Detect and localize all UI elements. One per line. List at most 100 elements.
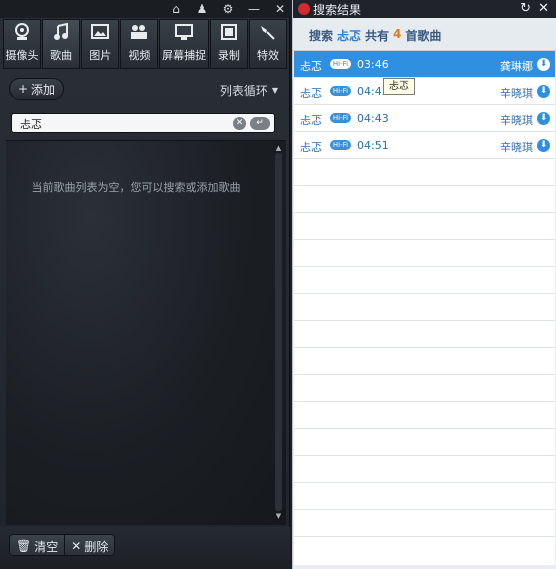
tab-webcam[interactable]: 摄像头 — [3, 19, 42, 69]
app-root: ⌂ ♟ ⚙ — ✕ 摄像头 歌曲 图片 视频 屏幕捕捉 录制 特效 + 添加 列… — [0, 0, 556, 569]
tab-songs[interactable]: 歌曲 — [42, 19, 81, 69]
scroll-track[interactable] — [275, 153, 282, 511]
trash-icon: 🗑 — [16, 539, 32, 553]
summary-prefix: 搜索 — [309, 29, 334, 43]
summary-count: 4 — [393, 27, 402, 41]
song-artist[interactable]: 辛晓琪 — [500, 85, 533, 101]
video-icon — [131, 25, 148, 39]
hifi-badge: Hi-Fi — [330, 86, 351, 96]
refresh-icon[interactable]: ↻ — [520, 0, 531, 18]
hifi-badge: Hi-Fi — [330, 140, 351, 150]
clear-search-icon[interactable]: ✕ — [233, 117, 246, 130]
tab-label: 特效 — [257, 49, 279, 62]
download-icon[interactable]: ⬇ — [537, 112, 550, 125]
magic-wand-icon — [261, 26, 275, 40]
media-tabs: 摄像头 歌曲 图片 视频 屏幕捕捉 录制 特效 — [3, 19, 288, 69]
empty-playlist-message: 当前歌曲列表为空，您可以搜索或添加歌曲 — [31, 181, 241, 194]
tab-record[interactable]: 录制 — [209, 19, 248, 69]
result-row[interactable]: 忐忑 Hi-Fi 04:43 辛晓琪 ⬇ — [294, 105, 555, 132]
song-search-box[interactable]: 忐忑 ✕ ↵ — [11, 113, 275, 133]
delete-x-icon: ✕ — [71, 539, 82, 553]
results-summary: 搜索 忐忑 共有 4 首歌曲 — [293, 18, 556, 51]
tab-label: 摄像头 — [5, 49, 39, 62]
song-name: 忐忑 — [300, 60, 322, 73]
add-label: 添加 — [31, 82, 56, 97]
download-icon[interactable]: ⬇ — [537, 85, 550, 98]
summary-keyword: 忐忑 — [337, 29, 362, 43]
tab-label: 视频 — [128, 49, 151, 62]
music-note-icon — [54, 23, 69, 40]
empty-row — [294, 294, 555, 321]
image-icon — [91, 24, 110, 39]
results-title-bar: 搜索结果 ↻ ✕ — [293, 0, 556, 18]
song-duration: 04:43 — [357, 112, 389, 125]
empty-row — [294, 510, 555, 537]
playlist-actions: 🗑 清空 ✕ 删除 — [9, 534, 116, 556]
close-icon[interactable]: ✕ — [274, 0, 286, 18]
song-artist[interactable]: 辛晓琪 — [500, 112, 533, 128]
empty-row — [294, 321, 555, 348]
hifi-badge: Hi-Fi — [330, 59, 351, 69]
app-logo-icon — [298, 3, 310, 15]
plus-icon: + — [17, 82, 29, 96]
tab-label: 录制 — [217, 49, 240, 62]
summary-mid: 共有 — [365, 29, 390, 43]
home-icon[interactable]: ⌂ — [170, 0, 182, 18]
empty-row — [294, 483, 555, 510]
empty-row — [294, 402, 555, 429]
delete-label: 删除 — [84, 539, 109, 554]
tab-label: 图片 — [89, 49, 112, 62]
window-controls: ⌂ ♟ ⚙ — ✕ — [170, 0, 286, 18]
results-list: 忐忑 Hi-Fi 03:46 龚琳娜 ⬇ 忐忑 Hi-Fi 04:43 辛晓琪 … — [294, 51, 555, 565]
song-duration: 03:46 — [357, 58, 389, 71]
minimize-icon[interactable]: — — [248, 0, 260, 18]
search-results-panel: 搜索结果 ↻ ✕ 搜索 忐忑 共有 4 首歌曲 忐忑 Hi-Fi 03:46 龚… — [292, 0, 556, 569]
tab-screen-capture[interactable]: 屏幕捕捉 — [159, 19, 209, 69]
song-tooltip: 忐忑 — [383, 78, 415, 95]
left-title-bar: ⌂ ♟ ⚙ — ✕ — [0, 0, 290, 18]
screen-capture-icon — [175, 24, 194, 40]
scroll-down-icon[interactable]: ▼ — [274, 511, 283, 521]
left-panel: ⌂ ♟ ⚙ — ✕ 摄像头 歌曲 图片 视频 屏幕捕捉 录制 特效 + 添加 列… — [0, 0, 290, 569]
empty-row — [294, 159, 555, 186]
tab-video[interactable]: 视频 — [120, 19, 159, 69]
tab-label: 屏幕捕捉 — [162, 49, 207, 62]
empty-row — [294, 456, 555, 483]
result-row[interactable]: 忐忑 Hi-Fi 04:43 辛晓琪 ⬇ — [294, 78, 555, 105]
add-song-button[interactable]: + 添加 — [9, 78, 64, 100]
empty-row — [294, 375, 555, 402]
empty-row — [294, 240, 555, 267]
clear-label: 清空 — [34, 539, 59, 554]
results-title: 搜索结果 — [313, 3, 362, 17]
playlist-scrollbar[interactable]: ▲ ▼ — [274, 143, 283, 521]
chevron-down-icon: ▼ — [271, 86, 278, 95]
song-artist[interactable]: 龚琳娜 — [500, 58, 533, 74]
empty-row — [294, 213, 555, 240]
tab-images[interactable]: 图片 — [81, 19, 120, 69]
playlist-bottom-bar: 🗑 清空 ✕ 删除 — [0, 527, 290, 569]
download-icon[interactable]: ⬇ — [537, 58, 550, 71]
webcam-icon — [15, 23, 30, 40]
download-icon[interactable]: ⬇ — [537, 139, 550, 152]
scroll-up-icon[interactable]: ▲ — [274, 143, 283, 153]
empty-row — [294, 348, 555, 375]
loop-mode-label: 列表循环 — [219, 84, 268, 98]
result-row[interactable]: 忐忑 Hi-Fi 04:51 辛晓琪 ⬇ — [294, 132, 555, 159]
song-name: 忐忑 — [300, 87, 322, 100]
loop-mode-select[interactable]: 列表循环 ▼ — [220, 82, 278, 99]
close-icon[interactable]: ✕ — [538, 0, 549, 18]
skin-shirt-icon[interactable]: ♟ — [196, 0, 208, 18]
result-row[interactable]: 忐忑 Hi-Fi 03:46 龚琳娜 ⬇ — [294, 51, 555, 78]
summary-suffix: 首歌曲 — [405, 29, 442, 43]
song-name: 忐忑 — [300, 114, 322, 127]
clear-list-button[interactable]: 🗑 清空 — [10, 535, 65, 555]
song-artist[interactable]: 辛晓琪 — [500, 139, 533, 155]
search-input[interactable]: 忐忑 — [20, 116, 42, 132]
gear-icon[interactable]: ⚙ — [222, 0, 234, 18]
tab-label: 歌曲 — [50, 49, 73, 62]
search-enter-icon[interactable]: ↵ — [250, 117, 270, 130]
playlist-area: 当前歌曲列表为空，您可以搜索或添加歌曲 ▲ ▼ — [6, 140, 286, 525]
delete-button[interactable]: ✕ 删除 — [64, 535, 115, 555]
song-duration: 04:51 — [357, 139, 389, 152]
tab-effects[interactable]: 特效 — [248, 19, 288, 69]
